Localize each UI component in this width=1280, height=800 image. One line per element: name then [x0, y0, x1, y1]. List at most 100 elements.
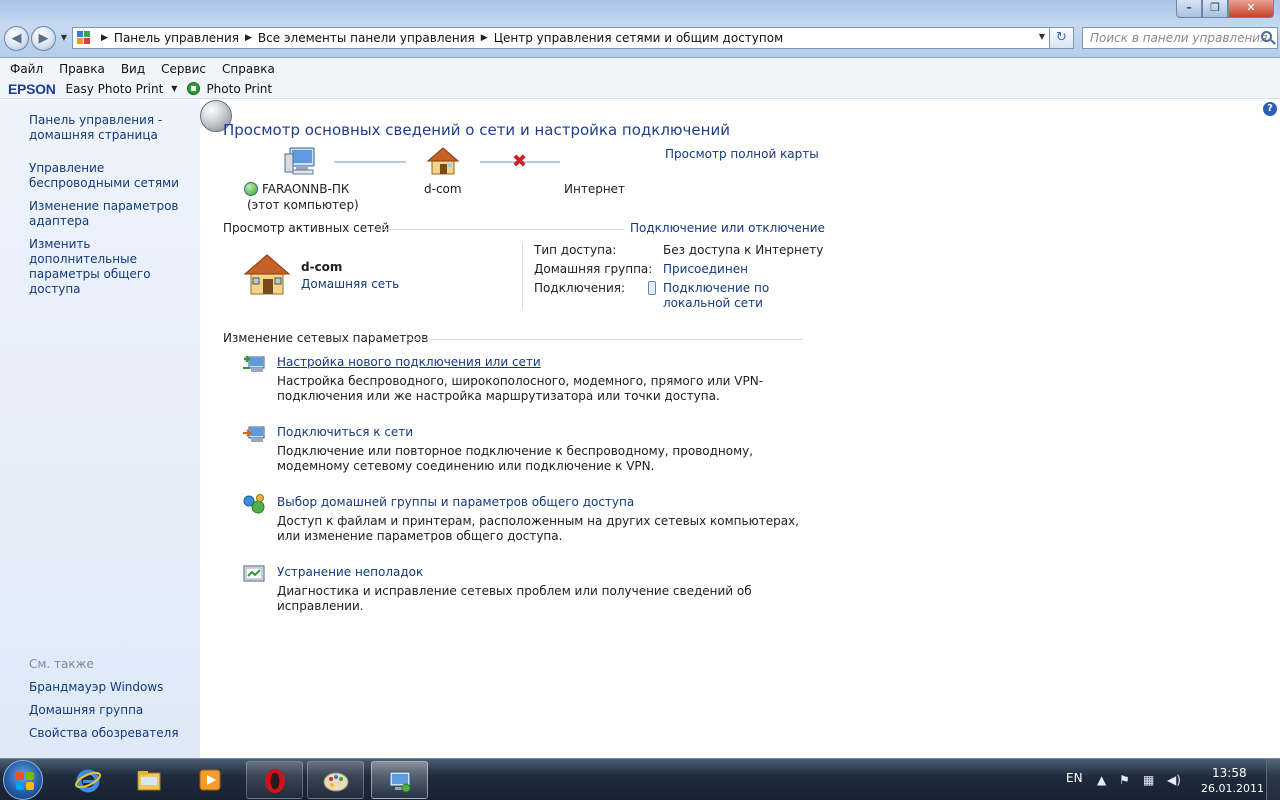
- taskbar-paint[interactable]: [307, 761, 364, 799]
- taskbar-control-panel[interactable]: [371, 761, 428, 799]
- start-button[interactable]: [3, 760, 43, 800]
- nav-windows-firewall[interactable]: Брандмауэр Windows: [29, 680, 199, 695]
- home-network-large-icon[interactable]: [242, 252, 292, 296]
- search-icon[interactable]: [1261, 31, 1272, 42]
- connect-to-network-icon: [243, 426, 265, 442]
- arrow-right-icon: ▶: [38, 31, 49, 46]
- new-connection-icon: [243, 356, 265, 372]
- refresh-icon: ↻: [1056, 30, 1067, 45]
- view-full-map-link[interactable]: Просмотр полной карты: [665, 147, 819, 161]
- taskbar-explorer[interactable]: [121, 761, 178, 799]
- paint-palette-icon: [323, 772, 349, 792]
- setup-new-connection-link[interactable]: Настройка нового подключения или сети: [277, 355, 541, 369]
- connect-to-network-link[interactable]: Подключиться к сети: [277, 425, 413, 439]
- opera-icon: [265, 769, 285, 793]
- homegroup-label: Домашняя группа:: [534, 262, 653, 276]
- show-desktop-button[interactable]: [1266, 759, 1280, 800]
- breadcrumb-all-items[interactable]: Все элементы панели управления: [258, 31, 475, 45]
- active-networks-heading: Просмотр активных сетей: [223, 221, 390, 235]
- maximize-button[interactable]: ❐: [1202, 0, 1228, 18]
- window-titlebar: ◀ ▶ ▼ ▶ Панель управления ▶ Все элементы…: [0, 0, 1280, 58]
- breadcrumb-network-center[interactable]: Центр управления сетями и общим доступом: [494, 31, 783, 45]
- search-input[interactable]: Поиск в панели управления: [1082, 27, 1278, 49]
- nav-control-panel-home[interactable]: Панель управления - домашняя страница: [29, 113, 199, 143]
- troubleshoot-icon: [243, 565, 265, 582]
- address-bar[interactable]: ▶ Панель управления ▶ Все элементы панел…: [72, 27, 1050, 49]
- page-title: Просмотр основных сведений о сети и наст…: [223, 121, 730, 139]
- setup-new-connection-desc: Настройка беспроводного, широкополосного…: [277, 374, 764, 403]
- menu-view[interactable]: Вид: [121, 62, 145, 76]
- network-label: d-com: [424, 182, 462, 196]
- photo-print-button[interactable]: Photo Print: [206, 82, 272, 96]
- action-center-icon[interactable]: ⚑: [1119, 773, 1130, 787]
- minimize-button[interactable]: –: [1176, 0, 1202, 18]
- nav-homegroup[interactable]: Домашняя группа: [29, 703, 199, 718]
- volume-icon[interactable]: ◀): [1167, 773, 1181, 787]
- main-content: ? Просмотр основных сведений о сети и на…: [200, 100, 1280, 758]
- recent-pages-dropdown[interactable]: ▼: [58, 30, 70, 46]
- language-indicator[interactable]: EN: [1066, 771, 1083, 785]
- breadcrumb-arrow-icon[interactable]: ▶: [101, 33, 108, 43]
- section-divider: [372, 229, 624, 230]
- breadcrumb-control-panel[interactable]: Панель управления: [114, 31, 239, 45]
- menu-edit[interactable]: Правка: [59, 62, 105, 76]
- menu-help[interactable]: Справка: [222, 62, 275, 76]
- nav-adapter-settings[interactable]: Изменение параметров адаптера: [29, 199, 199, 229]
- close-button[interactable]: ✕: [1228, 0, 1274, 18]
- access-type-label: Тип доступа:: [534, 243, 617, 257]
- close-icon: ✕: [1246, 1, 1256, 14]
- address-dropdown-icon[interactable]: ▼: [1039, 32, 1045, 41]
- homegroup-sharing-link[interactable]: Выбор домашней группы и параметров общег…: [277, 495, 634, 509]
- nav-advanced-sharing[interactable]: Изменить дополнительные параметры общего…: [29, 237, 199, 297]
- chevron-down-icon: ▼: [60, 33, 68, 42]
- homegroup-link[interactable]: Присоединен: [663, 262, 748, 276]
- taskbar-media-player[interactable]: [182, 761, 239, 799]
- minimize-icon: –: [1186, 1, 1192, 14]
- menu-file[interactable]: Файл: [10, 62, 43, 76]
- chevron-down-icon[interactable]: ▼: [171, 84, 177, 93]
- back-button[interactable]: ◀: [4, 26, 29, 51]
- home-network-icon[interactable]: [426, 146, 460, 176]
- connect-disconnect-link[interactable]: Подключение или отключение: [630, 221, 825, 235]
- internet-label: Интернет: [564, 182, 626, 196]
- refresh-button[interactable]: ↻: [1050, 27, 1074, 49]
- breadcrumb-arrow-icon[interactable]: ▶: [481, 33, 488, 43]
- computer-subtitle: (этот компьютер): [247, 198, 359, 212]
- menu-tools[interactable]: Сервис: [161, 62, 206, 76]
- connect-to-network-desc: Подключение или повторное подключение к …: [277, 444, 754, 473]
- help-icon[interactable]: ?: [1263, 102, 1277, 116]
- network-center-icon: [389, 771, 411, 793]
- troubleshoot-link[interactable]: Устранение неполадок: [277, 565, 423, 579]
- no-connection-x-icon: ✖: [512, 151, 528, 172]
- search-placeholder: Поиск в панели управления: [1090, 31, 1268, 45]
- computer-name: FARAONNB-ПК: [262, 182, 350, 196]
- clock-time[interactable]: 13:58: [1212, 766, 1247, 780]
- breadcrumb-arrow-icon[interactable]: ▶: [245, 33, 252, 43]
- forward-button[interactable]: ▶: [31, 26, 56, 51]
- network-tray-icon[interactable]: ▦: [1143, 773, 1154, 787]
- restore-icon: ❐: [1210, 1, 1220, 14]
- media-player-icon: [199, 769, 221, 791]
- nav-internet-options[interactable]: Свойства обозревателя: [29, 726, 199, 741]
- nav-manage-wireless[interactable]: Управление беспроводными сетями: [29, 161, 199, 191]
- internet-explorer-icon: [75, 769, 101, 793]
- left-navigation-pane: Панель управления - домашняя страница Уп…: [0, 100, 200, 758]
- local-area-connection-link[interactable]: Подключение по локальной сети: [663, 281, 769, 311]
- show-hidden-icons-button[interactable]: ▲: [1097, 773, 1106, 787]
- clock-date[interactable]: 26.01.2011: [1201, 782, 1264, 795]
- computer-icon[interactable]: [284, 146, 316, 176]
- active-network-name: d-com: [301, 260, 343, 274]
- taskbar: EN ▲ ⚑ ▦ ◀) 13:58 26.01.2011: [0, 758, 1280, 800]
- network-type-link[interactable]: Домашняя сеть: [301, 277, 399, 291]
- epson-toolbar: EPSON Easy Photo Print ▼ Photo Print: [0, 79, 1280, 99]
- homegroup-sharing-desc: Доступ к файлам и принтерам, расположенн…: [277, 514, 799, 543]
- windows-logo-icon: [16, 772, 34, 790]
- arrow-left-icon: ◀: [11, 31, 22, 46]
- connections-label: Подключения:: [534, 281, 626, 295]
- taskbar-opera[interactable]: [246, 761, 303, 799]
- easy-photo-print-button[interactable]: Easy Photo Print: [66, 82, 164, 96]
- connection-link-line1: Подключение по: [663, 281, 770, 295]
- epson-logo: EPSON: [8, 80, 56, 97]
- vertical-divider: [522, 243, 523, 309]
- taskbar-internet-explorer[interactable]: [60, 761, 117, 799]
